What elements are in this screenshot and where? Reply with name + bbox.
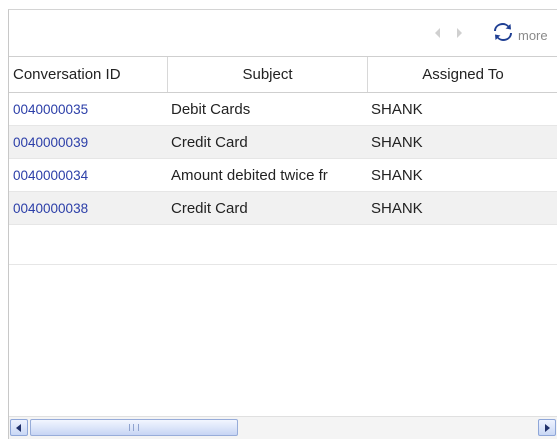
table-header: Conversation ID Subject Assigned To (9, 57, 557, 93)
scroll-right-button[interactable] (538, 419, 556, 436)
subject-cell: Credit Card (171, 200, 248, 217)
assigned-to-cell: SHANK (371, 167, 423, 184)
chevron-right-icon[interactable] (454, 26, 464, 40)
subject-cell: Amount debited twice fr (171, 167, 328, 184)
conversation-id-link[interactable]: 0040000035 (13, 93, 163, 126)
chevron-left-icon (16, 423, 21, 432)
chevron-right-icon (545, 423, 550, 432)
scroll-left-button[interactable] (10, 419, 28, 436)
refresh-icon[interactable] (493, 22, 513, 42)
column-header-assigned-to[interactable]: Assigned To (368, 57, 557, 92)
table-row[interactable]: 0040000039 Credit Card SHANK (9, 126, 557, 159)
assigned-to-cell: SHANK (371, 200, 423, 217)
assigned-to-cell: SHANK (371, 101, 423, 118)
horizontal-scrollbar[interactable] (9, 416, 557, 439)
subject-cell: Credit Card (171, 134, 248, 151)
conversation-id-link[interactable]: 0040000039 (13, 126, 163, 159)
column-header-subject[interactable]: Subject (168, 57, 368, 92)
conversation-list-panel: more Conversation ID Subject Assigned To… (8, 9, 557, 439)
table-row[interactable]: 0040000034 Amount debited twice fr SHANK (9, 159, 557, 192)
scrollbar-thumb[interactable] (30, 419, 238, 436)
assigned-to-cell: SHANK (371, 134, 423, 151)
chevron-left-icon[interactable] (433, 26, 443, 40)
more-link[interactable]: more (518, 28, 548, 44)
empty-row (9, 225, 557, 265)
conversation-id-link[interactable]: 0040000034 (13, 159, 163, 192)
table-body: 0040000035 Debit Cards SHANK 0040000039 … (9, 93, 557, 265)
grip-icon (129, 424, 139, 431)
table-row[interactable]: 0040000038 Credit Card SHANK (9, 192, 557, 225)
table-row[interactable]: 0040000035 Debit Cards SHANK (9, 93, 557, 126)
conversation-id-link[interactable]: 0040000038 (13, 192, 163, 225)
toolbar: more (9, 10, 557, 57)
subject-cell: Debit Cards (171, 101, 251, 118)
column-header-conversation-id[interactable]: Conversation ID (9, 57, 168, 92)
